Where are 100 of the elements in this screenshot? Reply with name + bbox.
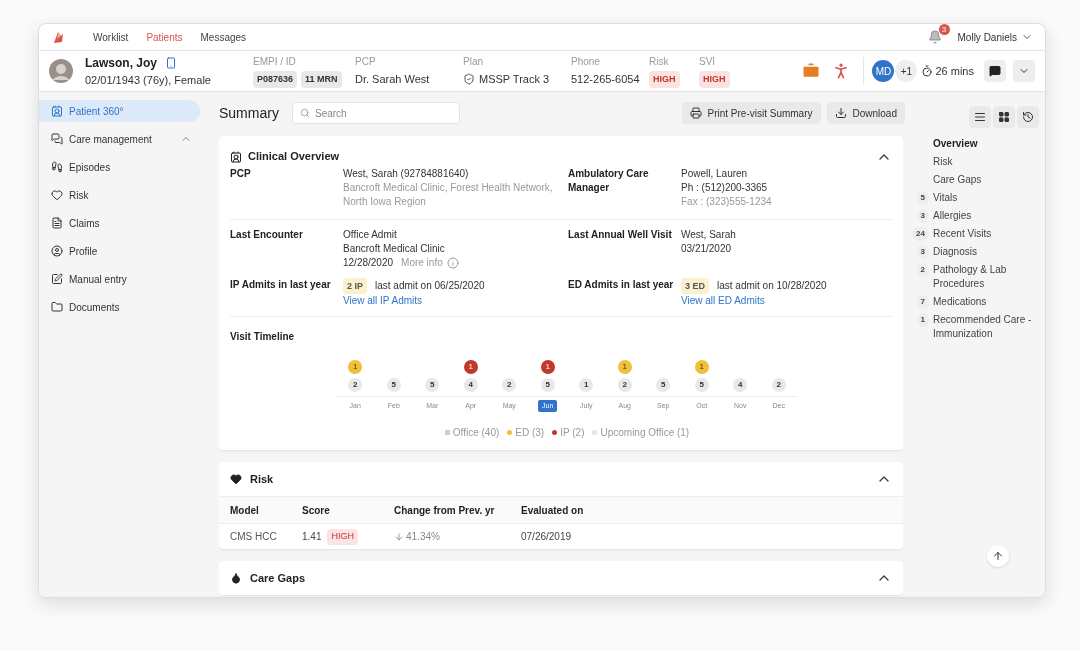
visit-count[interactable]: 2 — [348, 377, 363, 392]
section-link[interactable]: Care Gaps — [933, 173, 1033, 187]
field-value: Ph : (512)200-3365 — [681, 180, 768, 195]
count-badge: 24 — [912, 227, 929, 241]
section-link[interactable]: Recent Visits — [933, 227, 1033, 241]
column-header: Score — [302, 503, 331, 518]
nav-tab[interactable]: Messages — [200, 29, 247, 45]
field-value: last admit on 10/28/2020 — [717, 278, 827, 293]
section-link[interactable]: Risk — [933, 155, 1033, 169]
sidebar-item[interactable]: Profile — [39, 240, 200, 262]
section-link[interactable]: Recommended Care - Immunization — [933, 313, 1033, 341]
header-label: Risk — [649, 54, 670, 69]
visit-count[interactable]: 4 — [733, 377, 748, 392]
visit-count[interactable]: 5 — [386, 377, 401, 392]
count-badge: 5 — [916, 191, 929, 205]
heart-icon — [230, 473, 242, 486]
column-header: Change from Prev. yr — [394, 503, 496, 518]
arrow-up-icon — [992, 550, 1004, 562]
care-team-avatar[interactable]: MD — [872, 60, 895, 82]
field-label: IP Admits in last year — [230, 277, 332, 292]
footprints-icon — [51, 161, 63, 173]
section-link[interactable]: Diagnosis — [933, 245, 1033, 259]
sidebar-item[interactable]: Care management — [39, 128, 200, 150]
section-link[interactable]: Allergies — [933, 209, 1033, 223]
sidebar-item[interactable]: Claims — [39, 212, 200, 234]
field-label: Ambulatory Care Manager — [568, 166, 650, 195]
chat-icon — [51, 133, 63, 145]
field-detail: Fax : (323)555-1234 — [681, 194, 772, 209]
phone-icon[interactable] — [165, 56, 178, 69]
history-icon — [1022, 111, 1034, 123]
table-cell-text: 07/26/2019 — [521, 530, 573, 545]
field-label: Last Encounter — [230, 227, 304, 242]
nav-tab[interactable]: Worklist — [93, 29, 129, 45]
section-link[interactable]: Overview — [933, 137, 1033, 151]
avatar — [49, 59, 73, 83]
section-link[interactable]: Pathology & Lab Procedures — [933, 263, 1033, 291]
back-to-top-button[interactable] — [987, 545, 1009, 567]
arrow-down-icon — [394, 531, 404, 542]
header-label: SVI — [699, 54, 717, 69]
field-label: Last Annual Well Visit — [568, 227, 673, 242]
grid-view-button[interactable] — [993, 106, 1015, 128]
list-view-button[interactable] — [969, 106, 991, 128]
event-count[interactable]: 1 — [348, 359, 363, 374]
visit-count[interactable]: 1 — [579, 377, 594, 392]
count-tag: 3 ED — [681, 277, 709, 294]
header-value: MSSP Track 3 — [479, 71, 550, 87]
droplet-icon — [230, 572, 242, 585]
event-count[interactable]: 1 — [463, 359, 478, 374]
sidebar-item[interactable]: Episodes — [39, 156, 200, 178]
visit-count[interactable]: 2 — [502, 377, 517, 392]
section-link[interactable]: Medications — [933, 295, 1033, 309]
visit-count[interactable]: 2 — [771, 377, 786, 392]
header-label: Plan — [463, 54, 484, 69]
event-count[interactable]: 1 — [694, 359, 709, 374]
field-value: Powell, Lauren — [681, 166, 748, 181]
field-value: last admit on 06/25/2020 — [375, 278, 485, 293]
download-button[interactable]: Download — [826, 102, 905, 125]
card-title: Risk — [250, 472, 274, 488]
visit-count[interactable]: 5 — [656, 377, 671, 392]
risk-tag: HIGH — [327, 529, 358, 545]
nav-tab[interactable]: Patients — [146, 29, 183, 45]
visit-count[interactable]: 2 — [617, 377, 632, 392]
bell-icon[interactable] — [927, 30, 942, 44]
heart-icon — [51, 189, 63, 201]
user-name[interactable]: Molly Daniels — [957, 29, 1017, 45]
visit-count[interactable]: 4 — [463, 377, 478, 392]
visit-count[interactable]: 5 — [694, 377, 709, 392]
risk-tag: HIGH — [699, 70, 730, 89]
print-button[interactable]: Print Pre-visit Summary — [681, 102, 821, 125]
page-title: Summary — [219, 103, 280, 123]
more-members-count[interactable]: +1 — [895, 60, 918, 82]
timer-text: 26 mins — [935, 63, 974, 79]
field-value: Bancroft Medical Clinic — [343, 241, 445, 256]
section-link[interactable]: Vitals — [933, 191, 1033, 205]
view-link[interactable]: View all IP Admits — [343, 293, 423, 308]
view-link[interactable]: View all ED Admits — [681, 293, 765, 308]
user-icon — [51, 245, 63, 257]
sidebar-item[interactable]: Documents — [39, 296, 200, 318]
card-title: Care Gaps — [250, 571, 306, 587]
table-cell-text: 1.41 — [302, 530, 322, 545]
legend-label: Office (40) — [452, 426, 500, 441]
event-count[interactable]: 1 — [540, 359, 555, 374]
visit-count[interactable]: 5 — [540, 377, 555, 392]
sidebar-item[interactable]: Patient 360° — [39, 100, 200, 122]
history-button[interactable] — [1017, 106, 1039, 128]
sidebar-item[interactable]: Manual entry — [39, 268, 200, 290]
search-field[interactable]: Search — [292, 102, 460, 125]
field-value: 03/21/2020 — [681, 241, 732, 256]
message-button[interactable] — [984, 60, 1006, 82]
expand-button[interactable] — [1013, 60, 1035, 82]
column-header: Model — [230, 503, 260, 518]
sidebar-item[interactable]: Risk — [39, 184, 200, 206]
id-tag: 11 MRN — [301, 70, 342, 89]
event-count[interactable]: 1 — [617, 359, 632, 374]
count-badge: 7 — [916, 295, 929, 309]
field-label: PCP — [230, 166, 252, 181]
logo-icon — [51, 30, 65, 44]
visit-count[interactable]: 5 — [425, 377, 440, 392]
field-value: West, Sarah — [681, 227, 736, 242]
badge-icon — [230, 150, 242, 163]
